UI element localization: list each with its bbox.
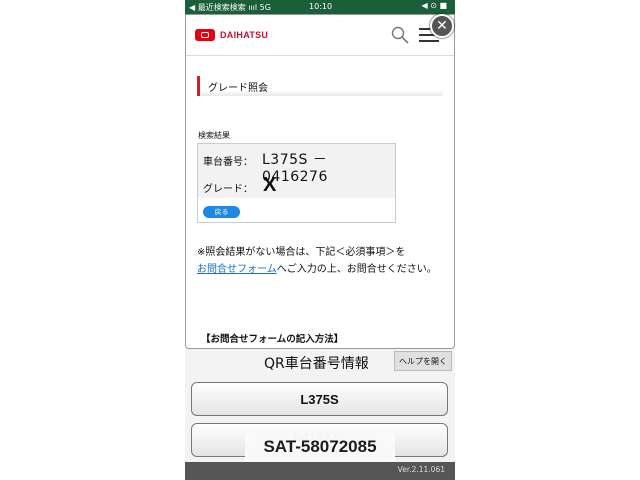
notice-prefix: ※照会結果がない場合は、下記＜必須事項＞を	[197, 247, 406, 258]
status-bar: ◀ 最近検索検索 ıııl 5G 10:10 ◀ ⊙ ■	[185, 0, 455, 14]
result-box: 車台番号： L375S － 0416276 グレード： X 戻る	[197, 143, 396, 223]
frame-number-label: 車台番号：	[203, 157, 253, 168]
notice-text: ※照会結果がない場合は、下記＜必須事項＞を お問合せフォームへご入力の上、お問合せ…	[197, 244, 447, 278]
version-label: Ver.2.11.061	[397, 465, 445, 474]
status-icons: ◀ ⊙ ■	[421, 1, 448, 10]
search-icon[interactable]	[391, 26, 409, 44]
howto-heading: 【お問合せフォームの記入方法】	[201, 334, 344, 345]
daihatsu-logo-icon	[195, 29, 215, 41]
close-icon[interactable]: ✕	[430, 14, 454, 38]
grade-value: X	[263, 174, 277, 196]
model-field-button[interactable]: L375S	[191, 382, 448, 416]
contact-form-link[interactable]: お問合せフォーム	[197, 264, 277, 275]
brand-name: DAIHATSU	[220, 30, 269, 40]
overlay-label: SAT-58072085	[245, 432, 395, 462]
section-title: グレード照会	[208, 83, 268, 94]
footer-bar: Ver.2.11.061	[185, 462, 455, 480]
result-label: 検索結果	[198, 131, 230, 140]
notice-suffix: へご入力の上、お問合せください。	[276, 264, 437, 275]
grade-label: グレード：	[203, 184, 253, 195]
status-time: 10:10	[309, 2, 333, 11]
help-button[interactable]: ヘルプを開く	[394, 351, 452, 371]
qr-title: QR車台番号情報	[264, 356, 369, 372]
status-carrier: ◀ 最近検索検索 ıııl 5G	[189, 3, 271, 12]
section-heading: グレード照会	[197, 76, 443, 96]
back-button[interactable]: 戻る	[203, 206, 240, 218]
web-card: DAIHATSU グレード照会 検索結果 車台番号： L375S － 04162…	[185, 14, 455, 349]
frame-number-value: L375S － 0416276	[262, 152, 328, 185]
daihatsu-logo[interactable]: DAIHATSU	[195, 29, 268, 41]
site-header: DAIHATSU	[186, 15, 454, 56]
result-details: 車台番号： L375S － 0416276 グレード： X	[198, 144, 395, 198]
